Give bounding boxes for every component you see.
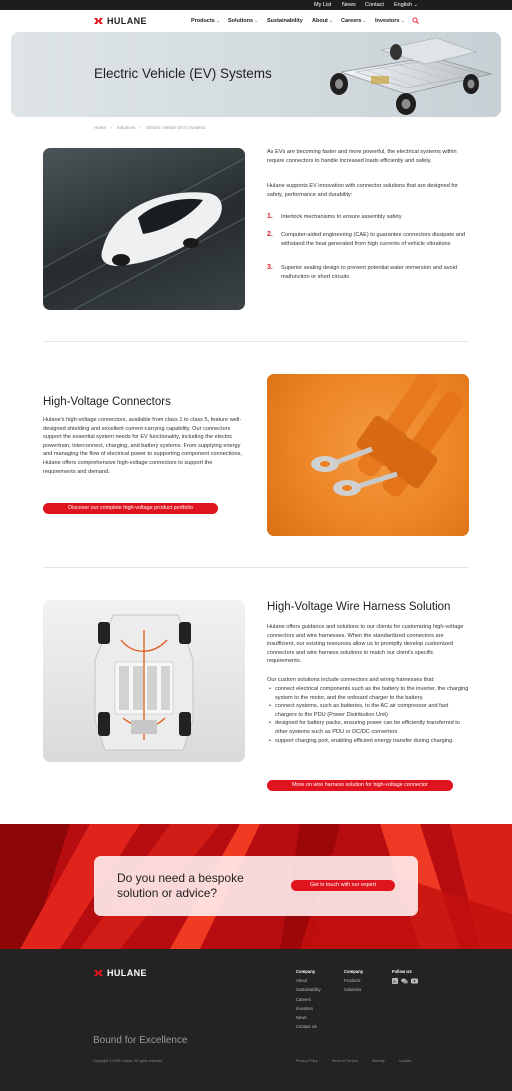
nav-sustainability[interactable]: Sustainability xyxy=(267,18,303,24)
nav-about[interactable]: About⌄ xyxy=(312,18,333,24)
footer-logo[interactable]: HULANE xyxy=(94,968,147,978)
footer xyxy=(0,949,512,1091)
chevron-right-icon: › xyxy=(139,125,141,130)
intro-paragraph-2: Hulane supports EV innovation with conne… xyxy=(267,183,458,198)
footer-link-products[interactable]: Products xyxy=(344,976,363,985)
chevron-down-icon: ⌄ xyxy=(400,18,405,24)
list-item: connect systems, such as batteries, to t… xyxy=(267,702,469,719)
connector-illustration xyxy=(311,374,464,497)
footer-link-solutions[interactable]: Solutions xyxy=(344,985,363,994)
linkedin-icon[interactable]: in xyxy=(392,978,398,985)
white-ev-car-image xyxy=(43,148,245,310)
breadcrumb-home[interactable]: Home xyxy=(94,125,106,130)
search-icon[interactable] xyxy=(412,17,419,24)
chevron-down-icon: ⌄ xyxy=(215,18,221,24)
footer-column-title: Company xyxy=(296,969,316,974)
hulane-logo[interactable]: HULANE xyxy=(94,16,147,26)
copyright-text: Copyright © 2024 Hulane. All rights rese… xyxy=(93,1059,164,1063)
nav-solutions[interactable]: Solutions⌄ xyxy=(228,18,258,24)
car-illustration xyxy=(43,157,245,310)
terms-link[interactable]: Terms of Service xyxy=(332,1059,358,1063)
chevron-down-icon: ⌄ xyxy=(413,2,418,8)
cookies-link[interactable]: Cookies xyxy=(399,1059,412,1063)
footer-follow-column: Follow Us in xyxy=(392,967,418,985)
wire-harness-list-intro: Our custom solutions include connectors … xyxy=(267,677,435,683)
my-list-link[interactable]: My List xyxy=(314,1,331,9)
breadcrumb-solutions[interactable]: Solutions xyxy=(117,125,136,130)
wire-harness-image xyxy=(43,600,245,762)
footer-link-about[interactable]: About xyxy=(296,976,321,985)
list-item: designed for battery packs, ensuring pow… xyxy=(267,719,469,736)
section-divider xyxy=(43,567,469,568)
cta-contact-button[interactable]: Get in touch with our expert xyxy=(291,880,395,891)
cta-card: Do you need a bespoke solution or advice… xyxy=(94,856,418,916)
hv-connector-image xyxy=(267,374,469,536)
feature-text: Interlock mechanisms to ensure assembly … xyxy=(281,214,402,220)
wire-harness-body: Hulane offers guidance and solutions to … xyxy=(267,624,464,665)
footer-link-investors[interactable]: Investors xyxy=(296,1004,321,1013)
privacy-policy-link[interactable]: Privacy Policy xyxy=(296,1059,318,1063)
list-item: connect electrical components such as th… xyxy=(267,685,469,702)
page-title: Electric Vehicle (EV) Systems xyxy=(94,66,272,81)
youtube-icon[interactable] xyxy=(411,978,418,984)
footer-link-news[interactable]: News xyxy=(296,1013,321,1022)
footer-logo-text: HULANE xyxy=(107,968,147,978)
intro-feature-1: 1. Interlock mechanisms to ensure assembl… xyxy=(267,213,469,222)
nav-products[interactable]: Products⌄ xyxy=(191,18,220,24)
nav-careers[interactable]: Careers⌄ xyxy=(341,18,367,24)
ev-platform-illustration xyxy=(94,614,194,751)
chevron-down-icon: ⌄ xyxy=(328,18,334,24)
intro-paragraph-1: As EVs are becoming faster and more powe… xyxy=(267,149,457,164)
contact-link[interactable]: Contact xyxy=(365,1,384,9)
chevron-down-icon: ⌄ xyxy=(254,18,259,24)
breadcrumb-current: Electric Vehicle (EV) Systems xyxy=(146,125,206,130)
chevron-right-icon: › xyxy=(110,125,112,130)
footer-link-contact[interactable]: Contact Us xyxy=(296,1022,321,1031)
cta-title: Do you need a bespoke solution or advice… xyxy=(117,871,244,900)
footer-column-title: Company xyxy=(344,969,364,974)
wire-harness-button[interactable]: More on wire harness solution for high-v… xyxy=(267,780,453,791)
hv-connectors-body: Hulane's high-voltage connectors, availa… xyxy=(43,417,243,475)
hulane-logo-mark xyxy=(94,970,103,976)
sitemap-link[interactable]: Sitemap xyxy=(372,1059,385,1063)
hero-banner: Electric Vehicle (EV) Systems xyxy=(11,32,501,117)
news-link[interactable]: News xyxy=(342,1,356,9)
language-select[interactable]: English ⌄ xyxy=(394,1,418,9)
hulane-logo-mark xyxy=(94,18,103,24)
intro-feature-3: 3. Superior sealing design to prevent pot… xyxy=(267,264,469,281)
nav-investors[interactable]: Investors⌄ xyxy=(375,18,405,24)
feature-number: 2. xyxy=(267,231,273,238)
feature-text: Computer-aided engineering (CAE) to guar… xyxy=(281,232,466,247)
wire-harness-title: High-Voltage Wire Harness Solution xyxy=(267,601,451,613)
ev-chassis-image xyxy=(330,37,493,115)
section-divider xyxy=(43,341,469,342)
intro-feature-2: 2. Computer-aided engineering (CAE) to gu… xyxy=(267,231,469,248)
wechat-icon[interactable] xyxy=(401,978,408,984)
footer-company-column: Company About Sustainability Careers Inv… xyxy=(296,967,321,1031)
feature-number: 3. xyxy=(267,264,273,271)
legal-links: Privacy Policy Terms of Service Sitemap … xyxy=(296,1059,411,1063)
wire-harness-bullets: connect electrical components such as th… xyxy=(267,685,469,745)
hv-portfolio-button[interactable]: Discover our complete high-voltage produ… xyxy=(43,503,218,514)
feature-text: Superior sealing design to prevent poten… xyxy=(281,265,457,280)
footer-company2-column: Company Products Solutions xyxy=(344,967,363,995)
footer-link-careers[interactable]: Careers xyxy=(296,995,321,1004)
breadcrumb: Home › Solutions › Electric Vehicle (EV) S… xyxy=(94,125,209,130)
hulane-logo-text: HULANE xyxy=(107,16,147,26)
list-item: support charging port, enabling efficien… xyxy=(267,737,469,746)
footer-link-sustainability[interactable]: Sustainability xyxy=(296,985,321,994)
footer-column-title: Follow Us xyxy=(392,969,412,974)
utility-bar: My List News Contact English ⌄ xyxy=(0,0,512,10)
hv-connectors-title: High-Voltage Connectors xyxy=(43,396,171,408)
feature-number: 1. xyxy=(267,213,273,220)
footer-tagline: Bound for Excellence xyxy=(93,1035,188,1046)
chevron-down-icon: ⌄ xyxy=(362,18,367,24)
